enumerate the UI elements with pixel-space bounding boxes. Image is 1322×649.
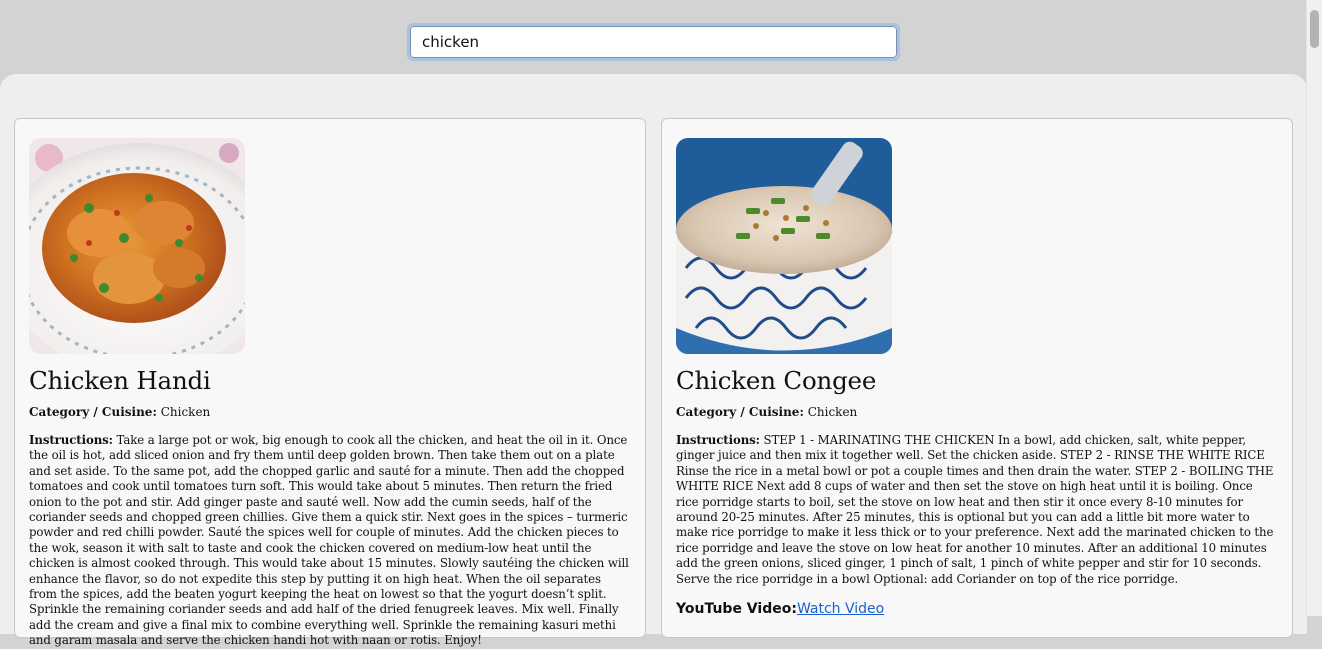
search-input[interactable] <box>410 26 897 58</box>
recipe-instructions: Instructions: Take a large pot or wok, b… <box>29 433 631 649</box>
instructions-text: Take a large pot or wok, big enough to c… <box>29 433 629 648</box>
watch-video-link[interactable]: Watch Video <box>797 601 884 617</box>
instructions-text: STEP 1 - MARINATING THE CHICKEN In a bow… <box>676 433 1274 586</box>
video-label: YouTube Video: <box>676 601 797 618</box>
recipe-title: Chicken Congee <box>676 366 877 395</box>
recipe-instructions: Instructions: STEP 1 - MARINATING THE CH… <box>676 433 1278 587</box>
category-value: Chicken <box>807 405 858 419</box>
category-label: Category / Cuisine: <box>29 405 157 419</box>
search-box <box>407 23 900 61</box>
recipe-title: Chicken Handi <box>29 366 211 395</box>
recipe-video: YouTube Video:Watch Video <box>676 600 1278 618</box>
instructions-label: Instructions: <box>29 433 113 447</box>
category-label: Category / Cuisine: <box>676 405 804 419</box>
scrollbar-thumb[interactable] <box>1310 10 1319 48</box>
recipe-image <box>676 138 892 354</box>
recipe-card-chicken-handi: Chicken Handi Category / Cuisine: Chicke… <box>14 118 646 647</box>
instructions-label: Instructions: <box>676 433 760 447</box>
page-scrollbar[interactable] <box>1306 0 1322 616</box>
recipe-image <box>29 138 245 354</box>
recipe-card-chicken-congee: Chicken Congee Category / Cuisine: Chick… <box>661 118 1293 638</box>
recipe-category: Category / Cuisine: Chicken <box>29 404 631 420</box>
recipe-category: Category / Cuisine: Chicken <box>676 404 1278 420</box>
category-value: Chicken <box>160 405 211 419</box>
